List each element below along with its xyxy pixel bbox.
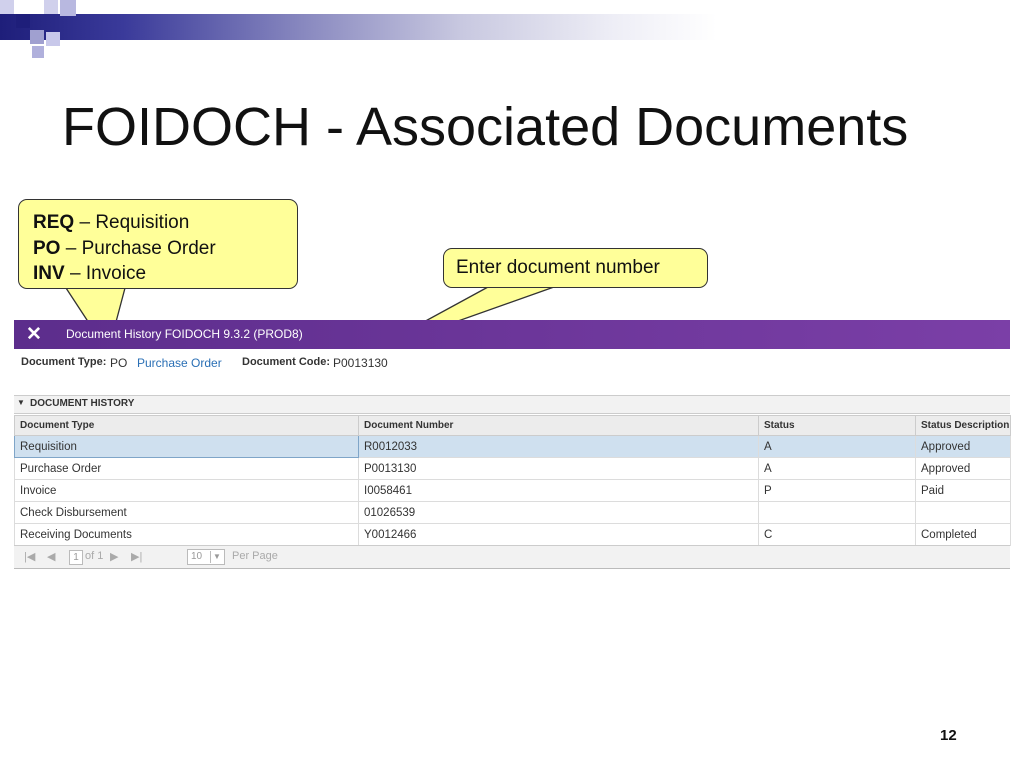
cell-document-number[interactable]: P0013130 <box>358 457 759 480</box>
column-header-document-number[interactable]: Document Number <box>358 415 759 436</box>
per-page-select[interactable]: 10 ▼ <box>187 549 225 565</box>
slide-page-number: 12 <box>940 727 957 744</box>
document-history-form: ✕ Document History FOIDOCH 9.3.2 (PROD8)… <box>14 320 1011 569</box>
callout-line-inv: INV – Invoice <box>33 261 283 287</box>
pagination-bar: |◀ ◀ 1 of 1 ▶ ▶| 10 ▼ Per Page <box>14 545 1010 569</box>
cell-status[interactable]: A <box>758 435 916 458</box>
cell-status[interactable] <box>758 501 916 524</box>
first-page-icon[interactable]: |◀ <box>24 550 35 563</box>
cell-document-type[interactable]: Check Disbursement <box>14 501 359 524</box>
cell-document-number[interactable]: Y0012466 <box>358 523 759 546</box>
cell-status-description[interactable]: Completed <box>915 523 1011 546</box>
cell-status[interactable]: C <box>758 523 916 546</box>
table-row[interactable]: Check Disbursement 01026539 <box>14 501 1011 524</box>
table-row[interactable]: Requisition R0012033 A Approved <box>14 435 1011 458</box>
app-header-bar: ✕ Document History FOIDOCH 9.3.2 (PROD8) <box>14 320 1010 349</box>
document-type-input[interactable]: PO <box>110 356 127 370</box>
cell-document-number[interactable]: R0012033 <box>358 435 759 458</box>
code: INV <box>33 263 65 284</box>
sep: – <box>64 263 86 284</box>
meaning: Invoice <box>85 263 147 284</box>
close-icon[interactable]: ✕ <box>26 323 42 346</box>
document-type-description: Purchase Order <box>137 356 222 370</box>
cell-status-description[interactable]: Approved <box>915 435 1011 458</box>
table-header-row: Document Type Document Number Status Sta… <box>14 415 1011 436</box>
document-code-label: Document Code: <box>242 356 330 368</box>
last-page-icon[interactable]: ▶| <box>131 550 142 563</box>
cell-status-description[interactable]: Paid <box>915 479 1011 502</box>
callout-line-req: REQ – Requisition <box>33 210 283 236</box>
table-row[interactable]: Receiving Documents Y0012466 C Completed <box>14 523 1011 546</box>
next-page-icon[interactable]: ▶ <box>110 550 118 563</box>
cell-document-type[interactable]: Purchase Order <box>14 457 359 480</box>
document-history-section-header[interactable]: ▼ DOCUMENT HISTORY <box>14 395 1010 414</box>
chevron-down-icon[interactable]: ▼ <box>210 551 223 563</box>
table-row[interactable]: Purchase Order P0013130 A Approved <box>14 457 1011 480</box>
cell-document-number[interactable]: 01026539 <box>358 501 759 524</box>
document-code-input[interactable]: P0013130 <box>333 356 388 370</box>
meaning: Purchase Order <box>81 237 216 259</box>
enter-document-number-callout: Enter document number <box>443 248 708 288</box>
code: PO <box>33 237 61 259</box>
previous-page-icon[interactable]: ◀ <box>47 550 55 563</box>
sep: – <box>60 237 82 259</box>
cell-status[interactable]: A <box>758 457 916 480</box>
column-header-status[interactable]: Status <box>758 415 916 436</box>
sep: – <box>74 212 96 233</box>
document-history-table: Document Type Document Number Status Sta… <box>14 415 1011 546</box>
per-page-value: 10 <box>191 551 203 562</box>
cell-status-description[interactable]: Approved <box>915 457 1011 480</box>
cell-document-type[interactable]: Requisition <box>14 435 359 458</box>
cell-status[interactable]: P <box>758 479 916 502</box>
document-type-label: Document Type: <box>21 356 107 368</box>
per-page-label: Per Page <box>232 550 278 562</box>
meaning: Requisition <box>95 212 190 233</box>
code: REQ <box>33 212 75 233</box>
key-block: Document Type: PO Purchase Order Documen… <box>14 349 1010 395</box>
callout-line-po: PO – Purchase Order <box>33 236 283 262</box>
section-title: DOCUMENT HISTORY <box>30 398 135 409</box>
cell-document-number[interactable]: I0058461 <box>358 479 759 502</box>
doc-type-codes-callout: REQ – Requisition PO – Purchase Order IN… <box>18 199 298 289</box>
collapse-triangle-icon[interactable]: ▼ <box>17 398 25 407</box>
table-row[interactable]: Invoice I0058461 P Paid <box>14 479 1011 502</box>
column-header-document-type[interactable]: Document Type <box>14 415 359 436</box>
cell-status-description[interactable] <box>915 501 1011 524</box>
page-count-text: of 1 <box>85 550 104 562</box>
cell-document-type[interactable]: Invoice <box>14 479 359 502</box>
page-number-input[interactable]: 1 <box>69 550 83 565</box>
app-title: Document History FOIDOCH 9.3.2 (PROD8) <box>66 327 303 341</box>
cell-document-type[interactable]: Receiving Documents <box>14 523 359 546</box>
column-header-status-description[interactable]: Status Description <box>915 415 1011 436</box>
